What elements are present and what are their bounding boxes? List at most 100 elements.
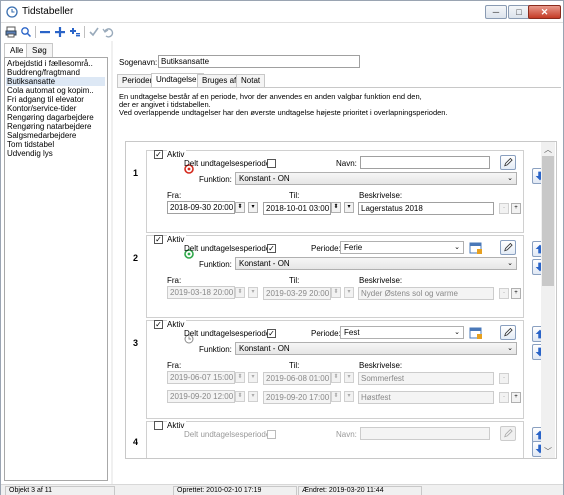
list-item[interactable]: Salgsmedarbejdere [7, 131, 76, 140]
chevron-down-icon: ⌄ [454, 244, 460, 251]
shared-period-label: Delt undtagelsesperiode [184, 329, 271, 338]
search-icon[interactable] [20, 26, 32, 38]
add-icon[interactable] [54, 26, 66, 38]
tab-notat[interactable]: Notat [236, 74, 266, 87]
name-label: Sogenavn: [119, 58, 158, 67]
tab-bruges-af[interactable]: Bruges af [197, 74, 242, 87]
copy-add-icon[interactable] [69, 26, 81, 38]
name-label: Navn: [336, 430, 357, 439]
remove-row-button[interactable]: - [499, 288, 509, 299]
active-checkbox[interactable]: ✓ [154, 235, 163, 244]
edit-icon[interactable] [500, 325, 516, 340]
shared-period-label: Delt undtagelsesperiode [184, 430, 271, 439]
exception-card: ✓ Aktiv Delt undtagelsesperiode Navn: Funkti… [146, 150, 524, 233]
title-bar: Tidstabeller ─ □ ✕ [1, 1, 563, 23]
shared-period-checkbox[interactable] [267, 430, 276, 439]
list-item[interactable]: Fri adgang til elevator [7, 95, 84, 104]
scroll-down-icon[interactable]: ﹀ [544, 446, 552, 457]
remove-icon[interactable] [39, 26, 51, 38]
to-spinner[interactable]: ⬍ [331, 372, 341, 383]
add-row-button[interactable]: + [511, 203, 521, 214]
tab-sog[interactable]: Søg [26, 43, 53, 57]
shared-period-checkbox[interactable]: ✓ [267, 244, 276, 253]
left-panel: Alle Søg Arbejdstid i fællesområ.. Buddre… [1, 41, 111, 484]
scroll-thumb[interactable] [542, 156, 554, 286]
exception-card: Aktiv Delt undtagelsesperiode Navn: [146, 421, 524, 458]
period-select[interactable]: Fest ⌄ [340, 326, 464, 339]
exception-name-field[interactable] [360, 156, 490, 169]
to-datetime[interactable]: 2019-03-29 20:00 [263, 287, 331, 300]
description-field[interactable]: Høstfest [358, 391, 494, 404]
from-dropdown[interactable]: ▾ [248, 287, 258, 298]
remove-row-button[interactable]: - [499, 373, 509, 384]
function-select[interactable]: Konstant - ON ⌄ [235, 172, 517, 185]
close-button[interactable]: ✕ [528, 5, 561, 19]
from-dropdown[interactable]: ▾ [248, 391, 258, 402]
description-field[interactable]: Lagerstatus 2018 [358, 202, 494, 215]
from-spinner[interactable]: ⬍ [235, 202, 245, 213]
edit-icon[interactable] [500, 240, 516, 255]
list-item[interactable]: Rengøring natarbejdere [7, 122, 92, 131]
period-select[interactable]: Ferie ⌄ [340, 241, 464, 254]
list-item[interactable]: Rengøring dagarbejdere [7, 113, 94, 122]
period-label: Periode: [311, 329, 341, 338]
add-row-button[interactable]: + [511, 392, 521, 403]
to-spinner[interactable]: ⬍ [331, 391, 341, 402]
to-datetime[interactable]: 2019-09-20 17:00 [263, 391, 331, 404]
undo-icon[interactable] [102, 26, 114, 38]
from-datetime[interactable]: 2019-03-18 20:00 [167, 286, 235, 299]
exception-name-field[interactable] [360, 427, 490, 440]
list-item[interactable]: Cola automat og kopim.. [7, 86, 94, 95]
shared-period-label: Delt undtagelsesperiode [184, 244, 271, 253]
function-select[interactable]: Konstant - ON ⌄ [235, 342, 517, 355]
save-check-icon[interactable] [88, 26, 100, 38]
function-select[interactable]: Konstant - ON ⌄ [235, 257, 517, 270]
list-item[interactable]: Butiksansatte [6, 77, 105, 86]
function-label: Funktion: [199, 260, 232, 269]
remove-row-button[interactable]: - [499, 203, 509, 214]
maximize-button[interactable]: □ [508, 5, 530, 19]
edit-icon[interactable] [500, 426, 516, 441]
name-field[interactable]: Butiksansatte [158, 55, 360, 68]
scroll-up-icon[interactable]: ︿ [544, 144, 552, 155]
active-label: Aktiv [167, 421, 187, 430]
minimize-button[interactable]: ─ [485, 5, 507, 19]
from-datetime[interactable]: 2019-06-07 15:00 [167, 371, 235, 384]
from-datetime[interactable]: 2019-09-20 12:00 [167, 390, 235, 403]
to-spinner[interactable]: ⬍ [331, 202, 341, 213]
active-checkbox[interactable]: ✓ [154, 320, 163, 329]
from-dropdown[interactable]: ▾ [248, 202, 258, 213]
to-dropdown[interactable]: ▾ [344, 202, 354, 213]
toolbar [1, 23, 563, 41]
to-datetime[interactable]: 2019-06-08 01:00 [263, 372, 331, 385]
vertical-scrollbar[interactable]: ︿ ﹀ [541, 142, 555, 458]
to-spinner[interactable]: ⬍ [331, 287, 341, 298]
from-datetime[interactable]: 2018-09-30 20:00 [167, 201, 235, 214]
shared-period-checkbox[interactable]: ✓ [267, 329, 276, 338]
active-checkbox[interactable] [154, 421, 163, 430]
list-item[interactable]: Buddreng/fragtmand [7, 68, 80, 77]
from-dropdown[interactable]: ▾ [248, 372, 258, 383]
description-field[interactable]: Nyder Østens sol og varme [358, 287, 494, 300]
to-dropdown[interactable]: ▾ [344, 391, 354, 402]
shared-period-label: Delt undtagelsesperiode [184, 159, 271, 168]
list-item[interactable]: Arbejdstid i fællesområ.. [7, 59, 93, 68]
from-spinner[interactable]: ⬍ [235, 372, 245, 383]
from-spinner[interactable]: ⬍ [235, 391, 245, 402]
print-icon[interactable] [5, 26, 17, 38]
from-spinner[interactable]: ⬍ [235, 287, 245, 298]
active-checkbox[interactable]: ✓ [154, 150, 163, 159]
calendar-icon[interactable] [469, 326, 483, 340]
remove-row-button[interactable]: - [499, 392, 509, 403]
description-field[interactable]: Sommerfest [358, 372, 494, 385]
to-dropdown[interactable]: ▾ [344, 287, 354, 298]
list-item[interactable]: Tom tidstabel [7, 140, 54, 149]
to-datetime[interactable]: 2018-10-01 03:00 [263, 202, 331, 215]
list-item[interactable]: Udvendig lys [7, 149, 53, 158]
list-item[interactable]: Kontor/service-tider [7, 104, 76, 113]
shared-period-checkbox[interactable] [267, 159, 276, 168]
calendar-icon[interactable] [469, 241, 483, 255]
edit-icon[interactable] [500, 155, 516, 170]
add-row-button[interactable]: + [511, 288, 521, 299]
to-dropdown[interactable]: ▾ [344, 372, 354, 383]
